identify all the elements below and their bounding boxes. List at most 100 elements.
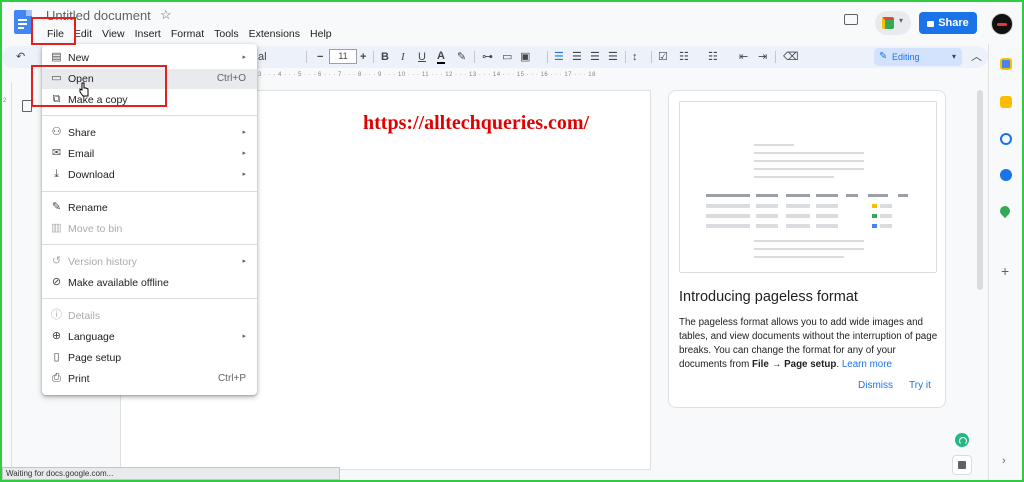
learn-more-link[interactable]: Learn more — [842, 359, 892, 370]
italic-icon[interactable]: I — [401, 50, 405, 64]
toolbar-divider — [306, 51, 307, 63]
tasks-icon[interactable] — [1000, 133, 1012, 145]
undo-icon[interactable]: ↶ — [16, 50, 25, 64]
share-button[interactable]: Share — [919, 12, 977, 34]
toolbar-divider — [474, 51, 475, 63]
menu-insert[interactable]: Insert — [130, 27, 166, 41]
align-left-icon[interactable]: ☰ — [554, 50, 564, 64]
maps-icon[interactable] — [997, 203, 1013, 219]
menu-item-email[interactable]: ✉ Email ▸ — [42, 144, 257, 164]
highlight-icon[interactable]: ✎ — [457, 50, 466, 64]
menu-item-label: Download — [68, 169, 115, 181]
menu-item-new[interactable]: ▤ New ▸ — [42, 48, 257, 68]
hand-cursor-icon — [79, 82, 89, 97]
numbered-list-icon[interactable]: ☷ — [708, 50, 718, 64]
menu-format[interactable]: Format — [166, 27, 209, 41]
menu-item-label: Share — [68, 127, 97, 139]
menu-divider — [42, 244, 257, 245]
bold-icon[interactable]: B — [381, 50, 389, 64]
meet-button[interactable]: ▾ — [875, 11, 911, 35]
folder-icon: ▭ — [51, 72, 62, 84]
decrease-indent-icon[interactable]: ⇤ — [739, 50, 748, 64]
grammarly-icon[interactable] — [955, 433, 969, 447]
share-person-icon: ⚇ — [51, 126, 62, 138]
menu-item-make-available-offline[interactable]: ⊘ Make available offline — [42, 273, 257, 293]
menu-item-open[interactable]: ▭ Open Ctrl+O — [42, 69, 257, 89]
image-icon[interactable]: ▣ — [520, 50, 530, 64]
menu-file[interactable]: File — [42, 27, 69, 41]
font-name-dropdown[interactable]: al — [258, 50, 267, 64]
line-spacing-icon[interactable]: ↕ — [632, 50, 638, 64]
try-it-button[interactable]: Try it — [909, 380, 931, 391]
menu-item-label: Print — [68, 373, 90, 385]
toolbar-divider — [651, 51, 652, 63]
document-title[interactable]: Untitled document — [46, 8, 151, 23]
decrease-font-size-icon[interactable]: − — [317, 50, 323, 64]
menu-item-print[interactable]: ⎙ Print Ctrl+P — [42, 369, 257, 389]
document-outline-icon[interactable] — [22, 100, 32, 112]
menu-item-label: Move to bin — [68, 223, 123, 235]
chevron-down-icon: ▾ — [899, 16, 904, 25]
text-color-icon[interactable]: A — [437, 50, 445, 64]
toolbar-divider — [373, 51, 374, 63]
hide-menus-chevron-icon[interactable]: ︿ — [971, 50, 982, 64]
menu-item-shortcut: Ctrl+P — [217, 373, 246, 384]
menu-item-label: Page setup — [68, 352, 122, 364]
menu-item-make-a-copy[interactable]: ⧉ Make a copy — [42, 90, 257, 110]
side-apps-rail: + › — [988, 44, 1022, 480]
star-icon[interactable]: ☆ — [160, 7, 172, 23]
menu-bar: File Edit View Insert Format Tools Exten… — [42, 27, 337, 41]
menu-edit[interactable]: Edit — [69, 27, 97, 41]
align-center-icon[interactable]: ☰ — [572, 50, 582, 64]
menu-tools[interactable]: Tools — [209, 27, 244, 41]
avatar[interactable] — [991, 13, 1013, 35]
menu-item-download[interactable]: ⤓ Download ▸ — [42, 165, 257, 185]
new-doc-icon: ▤ — [51, 51, 62, 63]
panel-body-bold: File → Page setup — [751, 359, 837, 370]
align-right-icon[interactable]: ☰ — [590, 50, 600, 64]
scrollbar[interactable] — [977, 90, 983, 290]
editing-mode-dropdown[interactable]: Editing — [874, 48, 962, 66]
horizontal-ruler[interactable]: 3 · · · 4 · · · 5 · · · 6 · · · 7 · · · … — [258, 70, 650, 80]
show-side-panel-chevron-icon[interactable]: › — [1002, 455, 1006, 467]
pageless-illustration — [679, 101, 937, 273]
trash-icon: ▥ — [51, 222, 62, 234]
menu-item-label: Make available offline — [68, 277, 169, 289]
docs-logo-icon[interactable] — [14, 10, 32, 34]
underline-icon[interactable]: U — [418, 50, 426, 64]
link-icon[interactable]: ⊶ — [482, 50, 493, 64]
increase-font-size-icon[interactable]: + — [360, 50, 366, 64]
dismiss-button[interactable]: Dismiss — [858, 380, 893, 391]
contacts-icon[interactable] — [1000, 169, 1012, 181]
increase-indent-icon[interactable]: ⇥ — [758, 50, 767, 64]
toolbar-divider — [625, 51, 626, 63]
menu-item-label: Rename — [68, 202, 108, 214]
align-justify-icon[interactable]: ☰ — [608, 50, 618, 64]
submenu-arrow-icon: ▸ — [242, 54, 246, 61]
font-size-input[interactable]: 11 — [329, 49, 357, 64]
vertical-ruler[interactable]: 2 — [2, 82, 12, 467]
menu-item-page-setup[interactable]: ▯ Page setup — [42, 348, 257, 368]
file-menu-dropdown: ▤ New ▸ ▭ Open Ctrl+O ⧉ Make a copy ⚇ Sh… — [42, 44, 257, 395]
comment-icon[interactable]: ▭ — [502, 50, 512, 64]
globe-icon: ⊕ — [51, 330, 62, 342]
bulleted-list-icon[interactable]: ☷ — [679, 50, 689, 64]
get-addons-plus-icon[interactable]: + — [1001, 263, 1009, 279]
keep-icon[interactable] — [1000, 96, 1012, 108]
toolbar-divider — [775, 51, 776, 63]
calendar-icon[interactable] — [1000, 58, 1012, 70]
menu-view[interactable]: View — [97, 27, 130, 41]
menu-help[interactable]: Help — [305, 27, 337, 41]
clear-formatting-icon[interactable]: ⌫ — [783, 50, 799, 64]
comment-history-icon[interactable] — [844, 14, 858, 25]
meet-camera-icon — [882, 17, 894, 29]
menu-item-language[interactable]: ⊕ Language ▸ — [42, 327, 257, 347]
email-icon: ✉ — [51, 147, 62, 159]
explore-icon[interactable] — [952, 455, 972, 475]
menu-item-rename[interactable]: ✎ Rename — [42, 198, 257, 218]
menu-item-share[interactable]: ⚇ Share ▸ — [42, 123, 257, 143]
menu-item-shortcut: Ctrl+O — [216, 73, 246, 84]
checklist-icon[interactable]: ☑ — [658, 50, 668, 64]
menu-item-label: Version history — [68, 256, 137, 268]
menu-extensions[interactable]: Extensions — [244, 27, 305, 41]
